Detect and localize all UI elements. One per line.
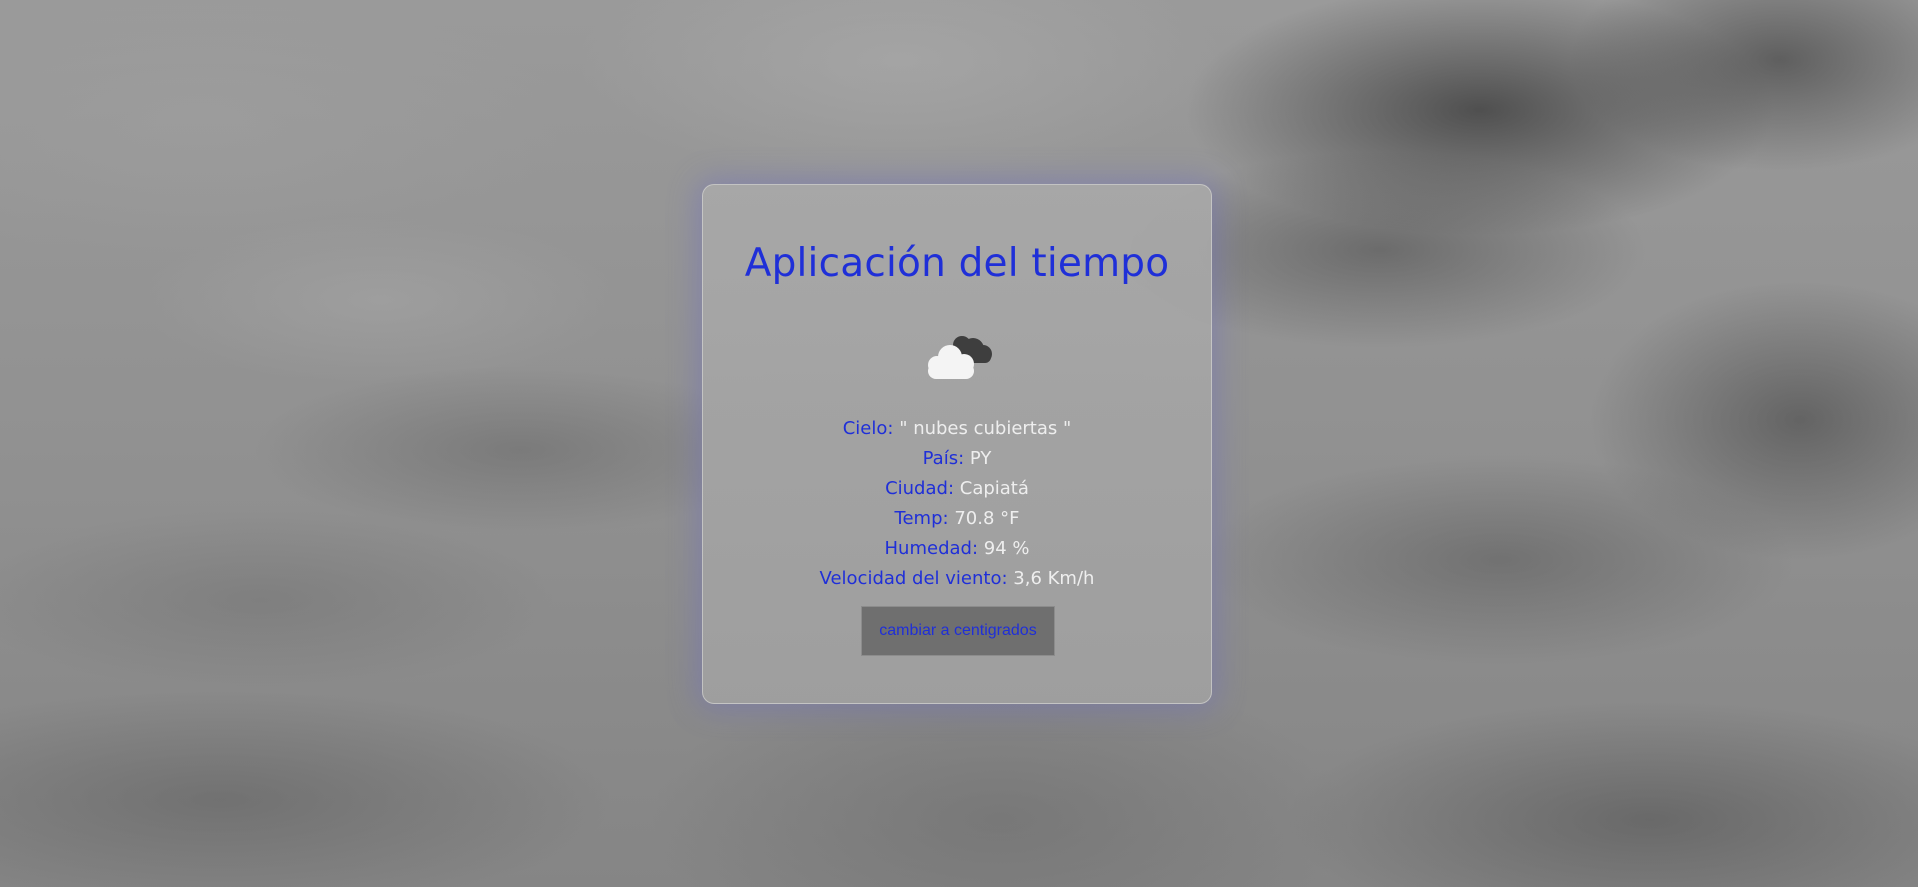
sky-label: Cielo: — [842, 418, 894, 439]
humidity-label: Humedad: — [884, 538, 979, 559]
wind-speed-label: Velocidad del viento: — [819, 568, 1008, 589]
temperature-value: 70.8 °F — [954, 508, 1020, 529]
humidity-value: 94 % — [983, 538, 1030, 559]
city-value: Capiatá — [959, 478, 1029, 499]
temperature-row: Temp: 70.8 °F — [703, 504, 1211, 534]
overcast-clouds-icon — [928, 336, 992, 379]
sky-row: Cielo: " nubes cubiertas " — [703, 414, 1211, 444]
wind-speed-value: 3,6 Km/h — [1013, 568, 1095, 589]
sky-value: " nubes cubiertas " — [899, 418, 1072, 439]
country-value: PY — [969, 448, 992, 469]
page-title: Aplicación del tiempo — [744, 241, 1170, 286]
humidity-row: Humedad: 94 % — [703, 534, 1211, 564]
temperature-label: Temp: — [894, 508, 949, 529]
country-label: País: — [922, 448, 965, 469]
toggle-units-button[interactable]: cambiar a centigrados — [861, 606, 1055, 656]
weather-card: Aplicación del tiempo Cielo: " nubes cub… — [702, 184, 1212, 704]
country-row: País: PY — [703, 444, 1211, 474]
city-row: Ciudad: Capiatá — [703, 474, 1211, 504]
city-label: Ciudad: — [885, 478, 955, 499]
weather-details: Cielo: " nubes cubiertas " País: PY Ciud… — [703, 414, 1211, 594]
wind-speed-row: Velocidad del viento: 3,6 Km/h — [703, 564, 1211, 594]
